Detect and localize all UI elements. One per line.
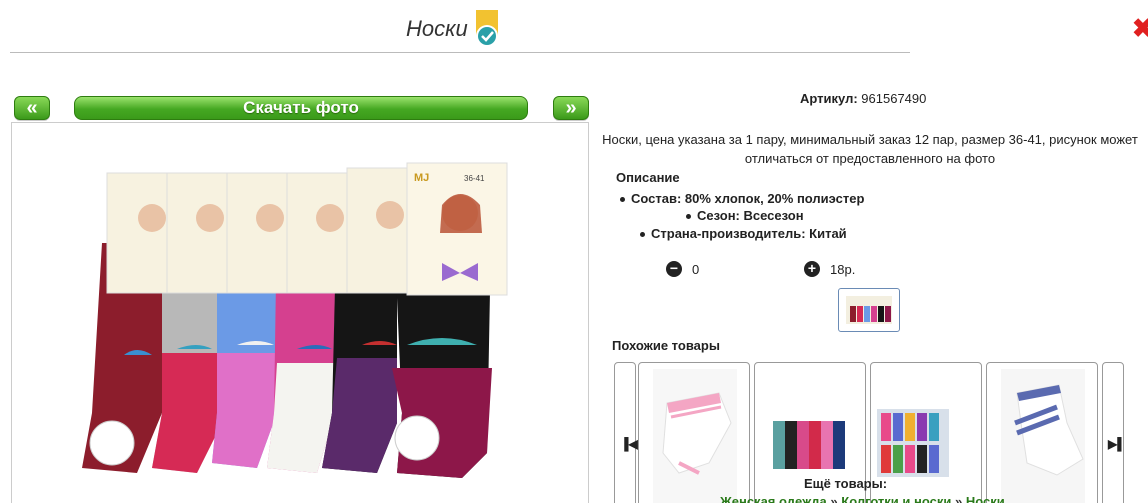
breadcrumb-separator: » <box>955 494 963 503</box>
more-products-label: Ещё товары: <box>804 476 888 491</box>
size-tag-label: 36-41 <box>464 174 485 183</box>
page-header: Носки <box>406 10 500 48</box>
similar-title: Похожие товары <box>612 338 720 353</box>
photo-thumbnail[interactable] <box>838 288 900 332</box>
breadcrumb-link[interactable]: Носки <box>966 494 1005 503</box>
breadcrumb-link[interactable]: Женская одежда <box>720 494 827 503</box>
sku-line: Артикул: 961567490 <box>800 91 926 106</box>
decrease-quantity-button[interactable]: − <box>666 261 682 277</box>
spec-item: Сезон: Всесезон <box>686 208 804 223</box>
increase-quantity-button[interactable]: + <box>804 261 820 277</box>
carousel-next-button[interactable]: ▶▌ <box>1102 362 1126 503</box>
product-photo[interactable]: 36-41 MJ <box>11 122 589 503</box>
price-value: 18р. <box>830 262 856 277</box>
header-divider <box>10 52 910 53</box>
specs-title: Описание <box>616 170 680 185</box>
verified-badge-icon <box>474 10 500 48</box>
arrow-right-icon: ▶▌ <box>1108 437 1126 451</box>
quantity-value: 0 <box>692 262 700 277</box>
similar-item[interactable] <box>638 362 750 503</box>
spec-item: Состав: 80% хлопок, 20% полиэстер <box>620 191 864 206</box>
prev-photo-button[interactable]: « <box>14 96 50 120</box>
arrow-left-icon: ▐◀ <box>620 437 638 451</box>
breadcrumb-separator: » <box>830 494 838 503</box>
close-icon[interactable]: ✖ <box>1132 14 1148 42</box>
spec-item: Страна-производитель: Китай <box>640 226 847 241</box>
brand-logo: MJ <box>414 172 429 184</box>
sku-value: 961567490 <box>861 91 927 106</box>
similar-item[interactable] <box>986 362 1098 503</box>
sku-label: Артикул: <box>800 91 858 106</box>
page-title: Носки <box>406 16 468 41</box>
breadcrumb: Женская одежда » Колготки и носки » Носк… <box>720 494 1005 503</box>
carousel-prev-button[interactable]: ▐◀ <box>614 362 638 503</box>
next-photo-button[interactable]: » <box>553 96 589 120</box>
breadcrumb-link[interactable]: Колготки и носки <box>841 494 951 503</box>
product-description: Носки, цена указана за 1 пару, минимальн… <box>602 132 1138 166</box>
download-photo-button[interactable]: Скачать фото <box>74 96 528 120</box>
